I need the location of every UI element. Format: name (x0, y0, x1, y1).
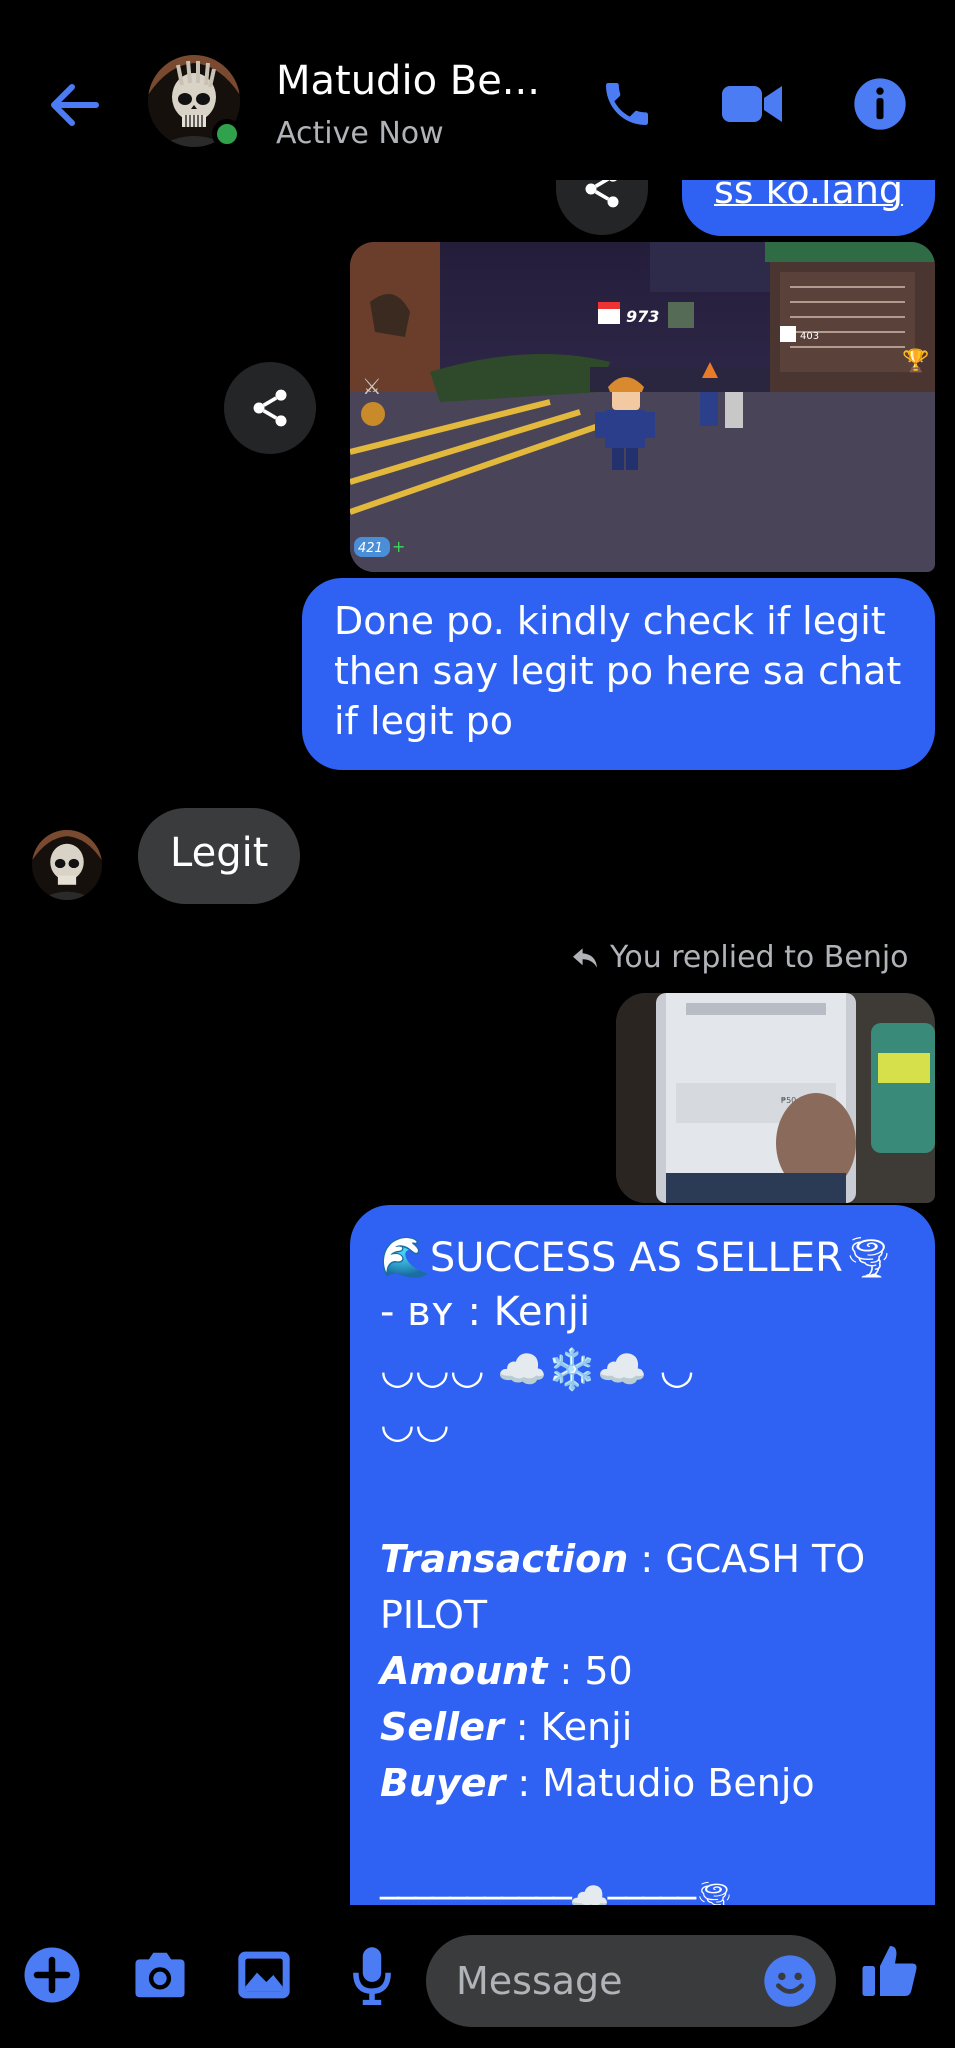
camera-button[interactable] (128, 1943, 192, 2007)
contact-avatar[interactable] (148, 55, 242, 149)
camera-icon (135, 1952, 185, 1998)
card-title-line: 🌊SUCCESS AS SELLER🌪 (380, 1231, 909, 1285)
share-button[interactable] (224, 362, 316, 454)
thumbs-up-icon (862, 1946, 917, 1996)
wave-emoji: 🌊 (380, 1235, 430, 1281)
skull-avatar-image (32, 830, 102, 900)
like-button[interactable] (858, 1939, 922, 2003)
emoji-icon (764, 1955, 816, 2007)
voice-button[interactable] (340, 1943, 404, 2007)
message-text-line: then say legit po here sa chat (334, 649, 902, 693)
trophy-icon: 🏆 (902, 348, 929, 374)
online-indicator (212, 119, 242, 149)
game-screenshot-image[interactable]: 973 403 🏆 ⚔ 421 + (350, 242, 935, 572)
message-composer (0, 1905, 955, 2048)
message-text-line: if legit po (334, 699, 513, 743)
gem-counter: 421 (358, 541, 383, 556)
gallery-button[interactable] (232, 1943, 296, 2007)
plus-icon (24, 1947, 80, 2003)
amount-label: Amount (380, 1649, 548, 1693)
game-small-counter: 403 (800, 331, 819, 342)
amount-value: : 50 (547, 1649, 633, 1693)
card-decor-line: ◡◡◡ ☁️❄️☁️ ◡ (380, 1347, 695, 1393)
seller-field: Seller : Kenji (380, 1699, 909, 1755)
card-decor-line: ◡◡ (380, 1401, 450, 1447)
video-call-button[interactable] (720, 72, 784, 136)
game-counter: 973 (626, 307, 659, 326)
video-camera-icon (722, 86, 782, 122)
seller-announcement-bubble[interactable]: 🌊SUCCESS AS SELLER🌪 - ʙʏ : Kenji ◡◡◡ ☁️❄… (350, 1205, 935, 1905)
message-text-line: Done po. kindly check if legit (334, 599, 886, 643)
transaction-label: Transaction (380, 1537, 629, 1581)
info-icon (854, 78, 906, 130)
card-by-line: - ʙʏ : Kenji (380, 1289, 591, 1335)
message-bubble-outgoing[interactable]: Done po. kindly check if legit then say … (302, 578, 935, 770)
sender-avatar[interactable] (32, 830, 102, 900)
buyer-value: : Matudio Benjo (505, 1761, 815, 1805)
game-scene-image: 973 403 🏆 ⚔ 421 + (350, 242, 935, 572)
image-icon (238, 1951, 290, 1999)
seller-value: : Kenji (503, 1705, 633, 1749)
active-status: Active Now (276, 116, 444, 151)
contact-name[interactable]: Matudio Be... (276, 58, 540, 104)
tornado-emoji: 🌪 (842, 1235, 894, 1281)
swords-icon: ⚔ (362, 375, 382, 400)
microphone-icon (353, 1947, 391, 2005)
seller-label: Seller (380, 1705, 504, 1749)
reply-icon (573, 947, 597, 968)
phone-screen-photo: ₱50.00 (616, 993, 935, 1203)
add-button[interactable] (20, 1943, 84, 2007)
amount-field: Amount : 50 (380, 1643, 909, 1699)
reply-indicator: You replied to Benjo (570, 940, 909, 975)
message-bubble-incoming[interactable]: Legit (138, 808, 300, 904)
info-button[interactable] (848, 72, 912, 136)
card-footer-line: ───────────☁️─────🌪 (380, 1879, 735, 1905)
card-title: SUCCESS AS SELLER (429, 1235, 843, 1281)
audio-call-button[interactable] (595, 72, 659, 136)
emoji-button[interactable] (758, 1949, 822, 2013)
replied-photo-image[interactable]: ₱50.00 (616, 993, 935, 1203)
phone-icon (606, 83, 648, 125)
message-text: Legit (170, 830, 269, 876)
reply-label-text: You replied to Benjo (610, 940, 909, 975)
share-icon (253, 389, 287, 427)
svg-text:+: + (392, 537, 405, 556)
buyer-label: Buyer (380, 1761, 506, 1805)
buyer-field: Buyer : Matudio Benjo (380, 1755, 909, 1811)
back-arrow-icon (51, 84, 99, 126)
transaction-field: Transaction : GCASH TO PILOT (380, 1531, 880, 1643)
conversation-header: Matudio Be... Active Now (0, 0, 955, 180)
back-button[interactable] (40, 70, 110, 140)
